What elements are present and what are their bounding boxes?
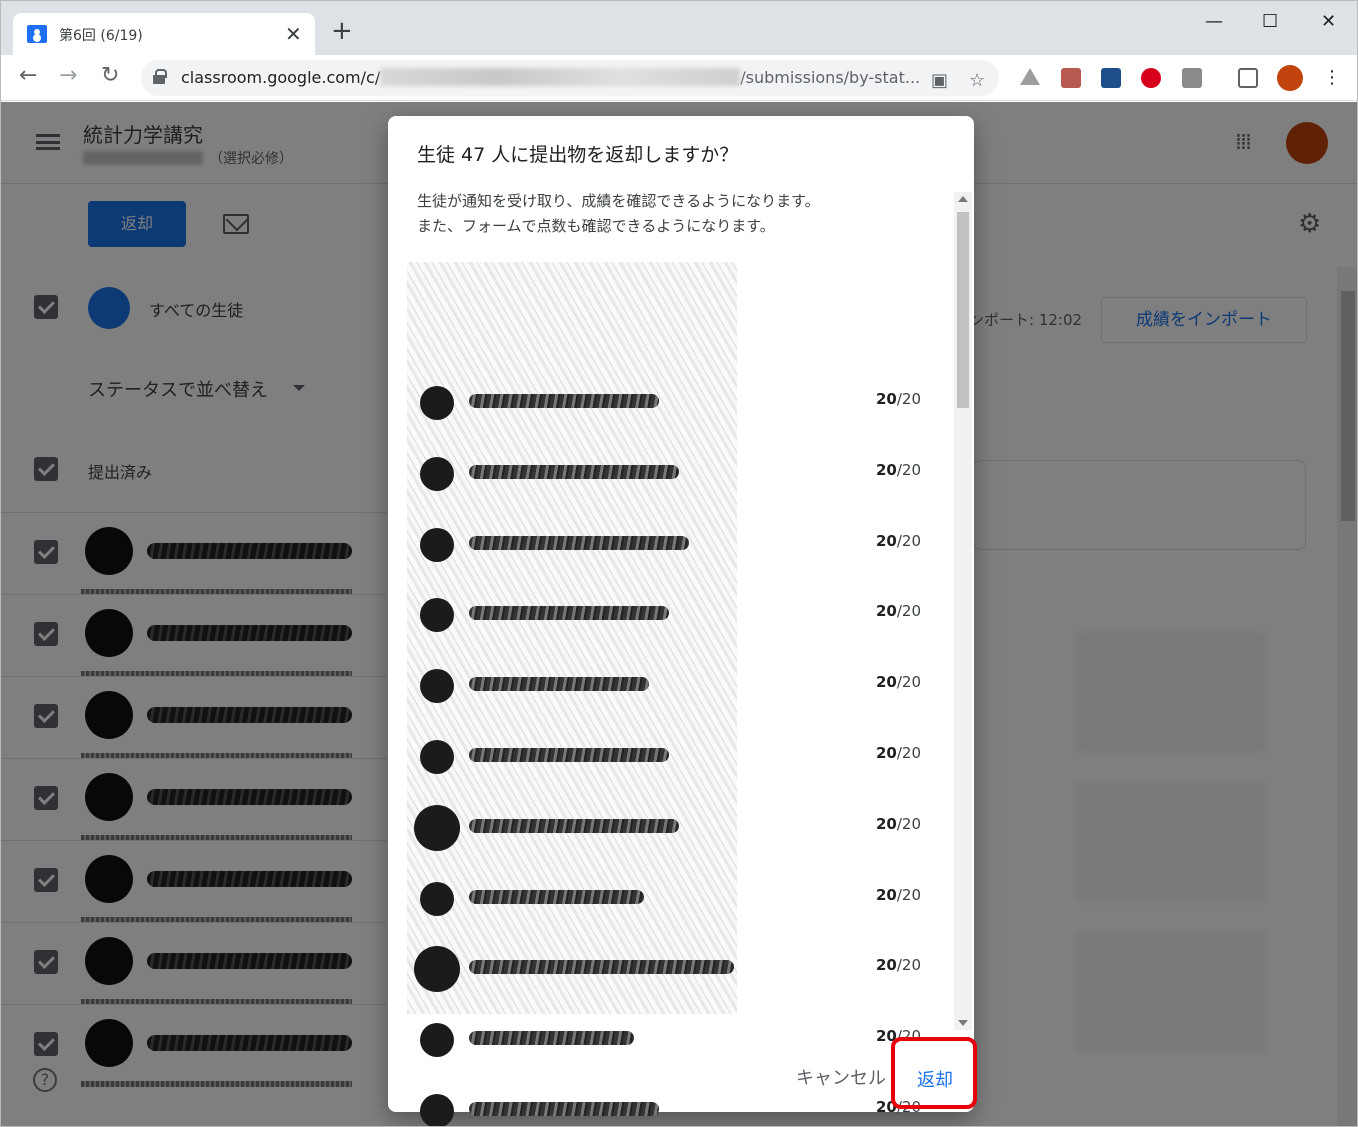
- lock-icon: [153, 69, 167, 84]
- browser-window: 第6回 (6/19) ✕ + — ☐ ✕ ← → ↻ classroom.goo…: [0, 0, 1358, 1127]
- student-score: 20/20: [876, 460, 922, 479]
- tab-title: 第6回 (6/19): [59, 28, 143, 44]
- student-score: 20/20: [876, 531, 922, 550]
- dialog-student-row: 20/20: [407, 449, 947, 520]
- student-score: 20/20: [876, 602, 922, 621]
- dialog-description: 生徒が通知を受け取り、成績を確認できるようになります。 また、フォームで点数も確…: [417, 189, 820, 239]
- minimize-icon[interactable]: —: [1205, 11, 1223, 32]
- return-dialog: 生徒 47 人に提出物を返却しますか？ 生徒が通知を受け取り、成績を確認できるよ…: [388, 116, 974, 1126]
- student-score: 20/20: [876, 956, 922, 975]
- classroom-favicon-icon: [27, 25, 47, 43]
- redacted-url-segment: [380, 68, 741, 86]
- student-avatar: [420, 1023, 454, 1058]
- student-avatar: [420, 740, 454, 774]
- redacted-student-name: [469, 960, 734, 975]
- student-avatar: [420, 598, 454, 633]
- dialog-student-row: 20/20: [407, 732, 947, 803]
- student-avatar: [420, 456, 454, 491]
- pdf-extension-icon[interactable]: [1061, 68, 1081, 88]
- new-tab-icon[interactable]: +: [331, 18, 353, 44]
- scroll-down-icon[interactable]: [958, 1020, 968, 1026]
- dialog-student-row: 20/20: [407, 803, 947, 874]
- lock-extension-icon[interactable]: [1101, 68, 1121, 88]
- dialog-student-row: 20/20: [407, 590, 947, 661]
- student-avatar: [420, 527, 454, 562]
- dialog-student-row: 20/20: [407, 874, 947, 945]
- student-avatar: [420, 669, 454, 704]
- dialog-student-row: 20/20: [407, 661, 947, 732]
- redacted-student-name: [469, 889, 644, 904]
- forward-icon[interactable]: →: [59, 63, 77, 88]
- redacted-student-name: [469, 394, 659, 408]
- back-icon[interactable]: ←: [19, 63, 37, 88]
- dialog-student-row: 20/20: [407, 944, 947, 1015]
- student-score: 20/20: [876, 673, 922, 692]
- redacted-student-name: [469, 1102, 659, 1116]
- student-avatar: [414, 804, 460, 851]
- highlight-box: [891, 1037, 977, 1109]
- tab-strip: 第6回 (6/19) ✕ + — ☐ ✕: [1, 1, 1357, 55]
- student-score: 20/20: [876, 744, 922, 762]
- redacted-student-name: [469, 535, 689, 550]
- address-bar[interactable]: classroom.google.com/c//submissions/by-s…: [141, 60, 999, 96]
- dialog-description-line: また、フォームで点数も確認できるようになります。: [417, 217, 775, 235]
- dialog-student-row: 20/20: [407, 520, 947, 591]
- scroll-up-icon[interactable]: [958, 196, 968, 202]
- pushbullet-extension-icon[interactable]: [1182, 68, 1202, 88]
- dialog-scrollbar[interactable]: [954, 192, 972, 1030]
- window-close-icon[interactable]: ✕: [1321, 11, 1336, 32]
- redacted-student-name: [469, 677, 649, 692]
- dialog-scrollbar-thumb[interactable]: [957, 212, 969, 408]
- security-extension-icon[interactable]: [1141, 68, 1161, 88]
- student-avatar: [420, 881, 454, 916]
- student-score: 20/20: [876, 885, 922, 904]
- student-avatar: [414, 946, 460, 993]
- url-text: classroom.google.com/c//submissions/by-s…: [181, 68, 921, 87]
- redacted-student-name: [469, 464, 679, 479]
- tab-close-icon[interactable]: ✕: [285, 22, 302, 46]
- maximize-icon[interactable]: ☐: [1262, 11, 1278, 32]
- student-avatar: [420, 386, 454, 420]
- blocked-popup-icon[interactable]: ▣: [931, 70, 948, 91]
- redacted-student-name: [469, 1031, 634, 1046]
- dialog-title: 生徒 47 人に提出物を返却しますか？: [417, 144, 739, 166]
- dialog-student-row: 20/20: [407, 378, 947, 449]
- browser-tab[interactable]: 第6回 (6/19) ✕: [13, 13, 315, 55]
- dialog-description-line: 生徒が通知を受け取り、成績を確認できるようになります。: [417, 192, 820, 210]
- cancel-button[interactable]: キャンセル: [796, 1064, 886, 1090]
- cast-icon[interactable]: [1238, 68, 1258, 88]
- dialog-student-row: 20/20: [407, 1086, 947, 1126]
- browser-menu-icon[interactable]: ⋮: [1323, 67, 1341, 88]
- profile-avatar[interactable]: [1277, 65, 1303, 91]
- redacted-student-name: [469, 818, 679, 833]
- reload-icon[interactable]: ↻: [101, 63, 119, 88]
- student-avatar: [420, 1094, 454, 1126]
- redacted-student-name: [469, 748, 669, 762]
- student-score: 20/20: [876, 814, 922, 833]
- redacted-student-name: [469, 606, 669, 621]
- student-score: 20/20: [876, 390, 922, 408]
- bookmark-star-icon[interactable]: ☆: [969, 70, 985, 91]
